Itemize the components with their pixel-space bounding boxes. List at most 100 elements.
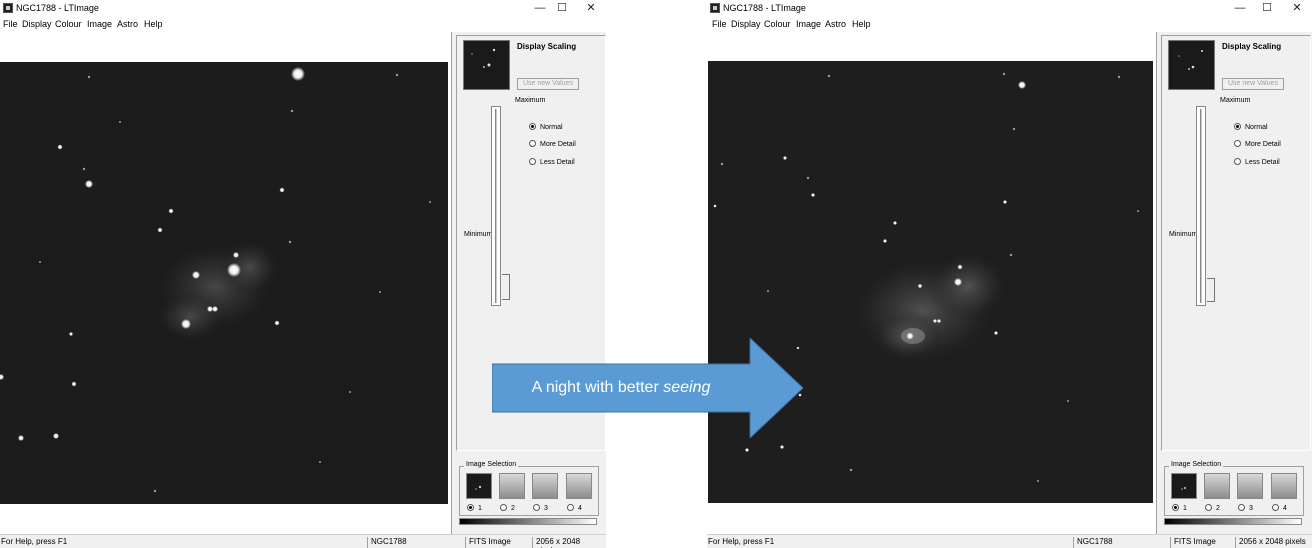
slot-radio-1[interactable]: 1: [467, 503, 482, 512]
radio-less-detail[interactable]: Less Detail: [1234, 157, 1280, 166]
slot-thumbnail-stars: [1181, 487, 1186, 490]
menu-display[interactable]: Display: [731, 19, 761, 29]
image-slot-1-thumb[interactable]: [466, 473, 492, 499]
radio-button-icon: [1234, 158, 1241, 165]
menu-bar: File Display Colour Image Astro Help: [707, 17, 1312, 32]
image-thumbnail: [1168, 40, 1215, 90]
image-slot-4-thumb[interactable]: [566, 473, 592, 499]
menu-astro[interactable]: Astro: [117, 19, 138, 29]
image-slot-2-thumb[interactable]: [1204, 473, 1230, 499]
radio-button-icon: [1272, 504, 1279, 511]
radio-button-icon: [1172, 504, 1179, 511]
menu-colour[interactable]: Colour: [764, 19, 791, 29]
grayscale-gradient-bar: [459, 518, 597, 525]
menu-astro[interactable]: Astro: [825, 19, 846, 29]
radio-label: Normal: [1245, 124, 1268, 131]
menu-help[interactable]: Help: [852, 19, 871, 29]
thumbnail-stars: [1178, 50, 1203, 70]
radio-button-icon: [533, 504, 540, 511]
image-slot-2-thumb[interactable]: [499, 473, 525, 499]
slot-radio-3[interactable]: 3: [533, 503, 548, 512]
radio-normal[interactable]: Normal: [1234, 122, 1268, 131]
minimize-button[interactable]: —: [1225, 1, 1255, 16]
radio-label: More Detail: [1245, 141, 1281, 148]
radio-label: More Detail: [540, 141, 576, 148]
image-slot-3-thumb[interactable]: [1237, 473, 1263, 499]
menu-image[interactable]: Image: [87, 19, 112, 29]
image-slot-4-thumb[interactable]: [1271, 473, 1297, 499]
slot-label: 1: [478, 505, 482, 512]
radio-button-icon: [529, 140, 536, 147]
astro-image[interactable]: [0, 62, 448, 504]
radio-button-icon: [1238, 504, 1245, 511]
window-title: NGC1788 - LTImage: [723, 3, 806, 13]
slot-radio-2[interactable]: 2: [500, 503, 515, 512]
use-new-values-button[interactable]: Use new Values: [1222, 78, 1284, 90]
status-object-name: NGC1788: [367, 537, 465, 548]
slot-label: 3: [544, 505, 548, 512]
radio-button-icon: [529, 123, 536, 130]
scaling-slider[interactable]: [491, 106, 501, 306]
radio-more-detail[interactable]: More Detail: [529, 139, 576, 148]
radio-less-detail[interactable]: Less Detail: [529, 157, 575, 166]
ltimage-window-left: NGC1788 - LTImage — ☐ ✕ File Display Col…: [0, 0, 606, 548]
arrow-caption: A night with better seeing: [492, 364, 750, 412]
close-button[interactable]: ✕: [576, 1, 606, 16]
status-bar: For Help, press F1 NGC1788 FITS Image 20…: [707, 534, 1312, 548]
slot-label: 4: [578, 505, 582, 512]
nebula-image: [0, 62, 448, 504]
radio-button-icon: [500, 504, 507, 511]
menu-image[interactable]: Image: [796, 19, 821, 29]
status-image-type: FITS Image: [1170, 537, 1236, 548]
maximize-button[interactable]: ☐: [547, 1, 577, 16]
menu-file[interactable]: File: [3, 19, 18, 29]
slot-radio-4[interactable]: 4: [567, 503, 582, 512]
slider-handle[interactable]: [502, 274, 510, 300]
ltimage-window-right: NGC1788 - LTImage — ☐ ✕ File Display Col…: [707, 0, 1312, 548]
slot-label: 2: [1216, 505, 1220, 512]
status-image-size: 2056 x 2048 pixels: [1235, 537, 1309, 548]
image-slot-1-thumb[interactable]: [1171, 473, 1197, 499]
radio-normal[interactable]: Normal: [529, 122, 563, 131]
close-button[interactable]: ✕: [1282, 1, 1312, 16]
menu-file[interactable]: File: [712, 19, 727, 29]
maximum-label: Maximum: [515, 97, 546, 104]
image-selection-box: Image Selection 1 2 3 4: [1164, 461, 1304, 516]
radio-button-icon: [529, 158, 536, 165]
maximize-button[interactable]: ☐: [1252, 1, 1282, 16]
menu-display[interactable]: Display: [22, 19, 52, 29]
slot-radio-4[interactable]: 4: [1272, 503, 1287, 512]
status-help-text: For Help, press F1: [708, 537, 775, 546]
slot-radio-2[interactable]: 2: [1205, 503, 1220, 512]
image-selection-title: Image Selection: [1169, 461, 1224, 468]
scaling-slider[interactable]: [1196, 106, 1206, 306]
slider-handle[interactable]: [1207, 278, 1215, 302]
minimum-label: Minimum: [1169, 231, 1198, 238]
radio-more-detail[interactable]: More Detail: [1234, 139, 1281, 148]
status-help-text: For Help, press F1: [1, 537, 68, 546]
radio-button-icon: [1234, 123, 1241, 130]
image-slot-3-thumb[interactable]: [532, 473, 558, 499]
use-new-values-button[interactable]: Use new Values: [517, 78, 579, 90]
slot-label: 3: [1249, 505, 1253, 512]
radio-button-icon: [567, 504, 574, 511]
image-selection-title: Image Selection: [464, 461, 519, 468]
radio-label: Less Detail: [540, 159, 575, 166]
image-thumbnail: [463, 40, 510, 90]
title-bar: NGC1788 - LTImage — ☐ ✕: [0, 0, 606, 17]
arrow-caption-text: A night with better: [531, 379, 664, 396]
status-object-name: NGC1788: [1073, 537, 1171, 548]
status-image-type: FITS Image: [465, 537, 532, 548]
slider-track: [1200, 109, 1202, 303]
slider-track: [495, 109, 497, 303]
display-scaling-panel: Display Scaling Use new Values Maximum M…: [1156, 32, 1312, 534]
image-selection-box: Image Selection 1 2 3 4: [459, 461, 599, 516]
menu-help[interactable]: Help: [144, 19, 163, 29]
status-bar: For Help, press F1 NGC1788 FITS Image 20…: [0, 534, 606, 548]
thumbnail-stars: [471, 48, 496, 68]
slot-radio-1[interactable]: 1: [1172, 503, 1187, 512]
slot-radio-3[interactable]: 3: [1238, 503, 1253, 512]
grayscale-gradient-bar: [1164, 518, 1302, 525]
menu-colour[interactable]: Colour: [55, 19, 82, 29]
display-scaling-box: Display Scaling Use new Values Maximum M…: [1161, 35, 1311, 451]
